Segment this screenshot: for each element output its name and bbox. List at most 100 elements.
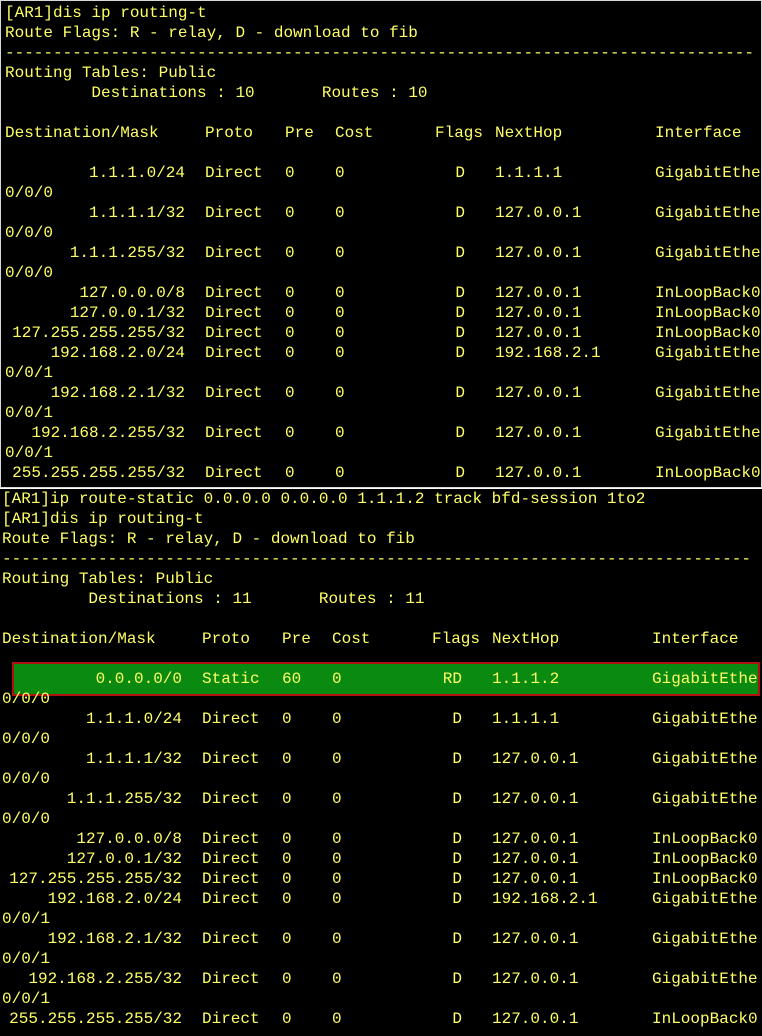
cell-cost: 0 [335, 384, 345, 402]
cell-pre: 60 [282, 670, 302, 688]
cell-nexthop: 127.0.0.1 [492, 1010, 579, 1028]
cell-cost: 0 [332, 890, 342, 908]
cell-flags: D [455, 464, 465, 482]
cell-proto: Direct [202, 890, 260, 908]
cell-cost: 0 [332, 930, 342, 948]
cell-dest: 192.168.2.1/32 [50, 384, 185, 402]
cell-pre: 0 [285, 384, 295, 402]
cell-flags: D [455, 424, 465, 442]
cell-iface: InLoopBack0 [652, 830, 758, 848]
cell-nexthop: 1.1.1.2 [492, 670, 560, 688]
table-row: 1.1.1.255/32 Direct 0 0 D 127.0.0.1 GigabitEth… [1, 243, 761, 263]
cell-iface: GigabitEthe [655, 344, 761, 362]
cell-cost: 0 [332, 750, 342, 768]
cell-dest: 255.255.255.255/32 [9, 1010, 182, 1028]
column-header: Interface [655, 124, 742, 142]
cell-proto: Direct [205, 384, 263, 402]
table-row: 127.0.0.1/32 Direct 0 0 D 127.0.0.1 InLoopBack… [1, 303, 761, 323]
cell-dest: 1.1.1.0/24 [85, 710, 182, 728]
cell-dest: 127.0.0.1/32 [66, 850, 182, 868]
cell-nexthop: 127.0.0.1 [492, 930, 579, 948]
cell-iface: GigabitEthe [655, 204, 761, 222]
cell-nexthop: 127.0.0.1 [492, 790, 579, 808]
table-row: 192.168.2.255/32 Direct 0 0 D 127.0.0.1 Gigabi… [0, 969, 760, 989]
terminal-window-before[interactable]: [AR1]dis ip routing-t Route Flags: R - re… [0, 0, 762, 488]
cell-flags: D [452, 830, 462, 848]
cell-proto: Direct [202, 830, 260, 848]
column-header: Proto [205, 124, 254, 142]
cell-pre: 0 [282, 830, 292, 848]
cell-cost: 0 [335, 204, 345, 222]
interface-continuation: 0/0/1 [2, 950, 51, 968]
table-row: 1.1.1.0/24 Direct 0 0 D 1.1.1.1 GigabitEthe [1, 163, 761, 183]
cell-proto: Static [202, 670, 260, 688]
cell-iface: GigabitEthe [655, 384, 761, 402]
cell-cost: 0 [332, 670, 342, 688]
cell-dest: 255.255.255.255/32 [12, 464, 185, 482]
cell-cost: 0 [335, 304, 345, 322]
terminal-window-after[interactable]: [AR1]ip route-static 0.0.0.0 0.0.0.0 1.1… [0, 489, 762, 1036]
cell-flags: D [455, 244, 465, 262]
column-header: Flags [435, 124, 484, 142]
table-row: 127.0.0.1/32 Direct 0 0 D 127.0.0.1 InLoopBack… [0, 849, 760, 869]
terminal-line: ----------------------------------------… [5, 44, 754, 62]
cell-proto: Direct [202, 750, 260, 768]
table-row: 192.168.2.1/32 Direct 0 0 D 127.0.0.1 GigabitE… [1, 383, 761, 403]
terminal-line: ----------------------------------------… [2, 550, 751, 568]
cell-proto: Direct [202, 790, 260, 808]
column-header: Interface [652, 630, 739, 648]
column-header: Pre [282, 630, 311, 648]
cell-iface: GigabitEthe [652, 790, 758, 808]
cell-flags: D [452, 1010, 462, 1028]
cell-dest: 192.168.2.0/24 [50, 344, 185, 362]
interface-continuation: 0/0/0 [2, 770, 51, 788]
cell-cost: 0 [332, 790, 342, 808]
cell-iface: GigabitEthe [655, 244, 761, 262]
cell-iface: GigabitEthe [652, 890, 758, 908]
cell-dest: 127.0.0.0/8 [79, 284, 185, 302]
column-header: Proto [202, 630, 251, 648]
cell-proto: Direct [202, 970, 260, 988]
cell-flags: D [455, 164, 465, 182]
table-row: 192.168.2.0/24 Direct 0 0 D 192.168.2.1 Gigabi… [0, 889, 760, 909]
cell-dest: 192.168.2.255/32 [31, 424, 185, 442]
cell-pre: 0 [285, 164, 295, 182]
cell-nexthop: 127.0.0.1 [492, 850, 579, 868]
cell-nexthop: 127.0.0.1 [495, 324, 582, 342]
table-row: 127.0.0.0/8 Direct 0 0 D 127.0.0.1 InLoopBack0 [1, 283, 761, 303]
cell-proto: Direct [202, 930, 260, 948]
cell-pre: 0 [282, 790, 292, 808]
column-header: Cost [332, 630, 371, 648]
table-row: 1.1.1.0/24 Direct 0 0 D 1.1.1.1 GigabitEthe [0, 709, 760, 729]
cell-nexthop: 127.0.0.1 [492, 750, 579, 768]
interface-continuation: 0/0/1 [5, 444, 54, 462]
cell-nexthop: 127.0.0.1 [492, 870, 579, 888]
column-header: Flags [432, 630, 481, 648]
cell-iface: InLoopBack0 [655, 284, 761, 302]
cell-proto: Direct [205, 344, 263, 362]
cell-proto: Direct [202, 850, 260, 868]
interface-continuation: 0/0/0 [2, 810, 51, 828]
cell-nexthop: 127.0.0.1 [492, 830, 579, 848]
cell-nexthop: 127.0.0.1 [492, 970, 579, 988]
table-row: 255.255.255.255/32 Direct 0 0 D 127.0.0.1 InLo… [1, 463, 761, 483]
cell-iface: InLoopBack0 [655, 464, 761, 482]
cell-pre: 0 [282, 1010, 292, 1028]
interface-continuation: 0/0/0 [2, 690, 51, 708]
cell-dest: 1.1.1.1/32 [88, 204, 185, 222]
table-row: 1.1.1.255/32 Direct 0 0 D 127.0.0.1 GigabitEth… [0, 789, 760, 809]
cell-nexthop: 127.0.0.1 [495, 384, 582, 402]
cell-iface: GigabitEthe [652, 930, 758, 948]
cell-proto: Direct [202, 870, 260, 888]
cell-cost: 0 [335, 344, 345, 362]
terminal-line: [AR1]dis ip routing-t [2, 510, 204, 528]
cell-cost: 0 [335, 284, 345, 302]
cell-cost: 0 [335, 424, 345, 442]
cell-cost: 0 [332, 870, 342, 888]
cell-nexthop: 192.168.2.1 [495, 344, 601, 362]
column-header: NextHop [495, 124, 563, 142]
cell-pre: 0 [285, 344, 295, 362]
cell-flags: D [452, 790, 462, 808]
cell-nexthop: 127.0.0.1 [495, 464, 582, 482]
cell-iface: InLoopBack0 [652, 1010, 758, 1028]
